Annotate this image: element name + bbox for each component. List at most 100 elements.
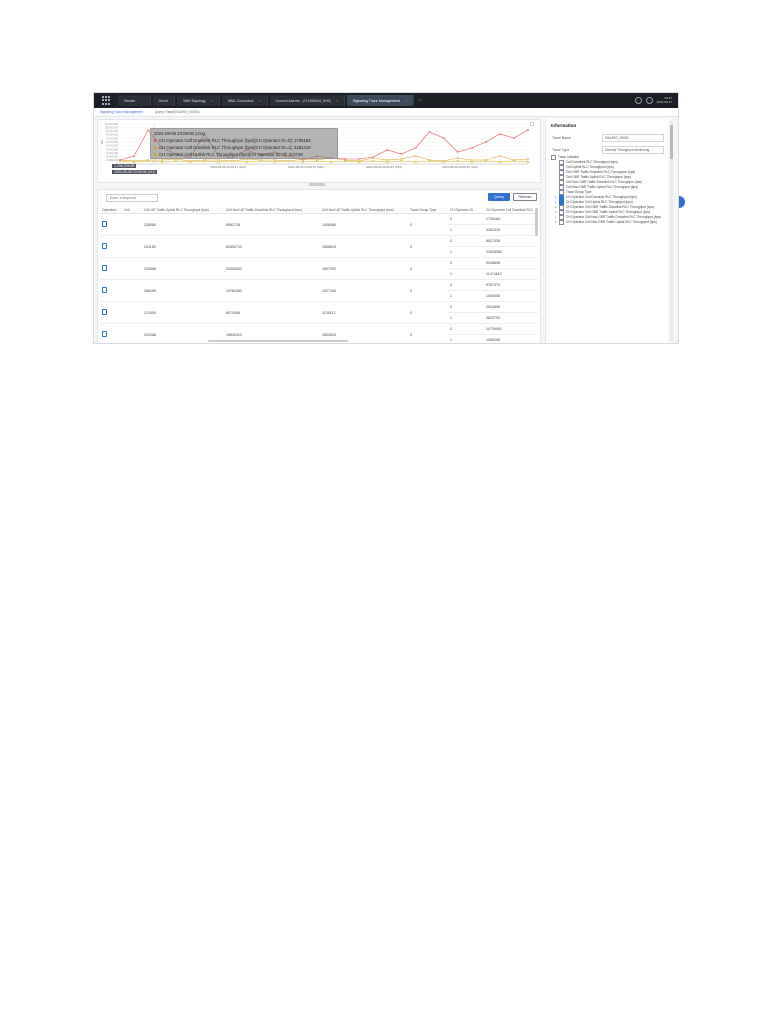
series-point (259, 158, 262, 162)
table-row[interactable]: 212400 8070408 1135112 0 0 2041808 (100, 301, 538, 324)
table-row[interactable]: 226088 20390832 1507000 0 0 9048808 (100, 257, 538, 280)
series-point (442, 159, 445, 163)
crosshair-y-tag: 1,208,204,88 (112, 164, 137, 168)
close-icon[interactable]: × (211, 99, 213, 103)
edit-icon[interactable] (102, 331, 107, 337)
operator-dl-throughput-cell: 4281419 (484, 224, 538, 236)
edit-icon[interactable] (102, 243, 107, 249)
trace-name-label: Trace Name (552, 136, 572, 140)
table-row[interactable]: 231088 19840312 1604515 0 0 14739061 (100, 323, 538, 343)
tree-item[interactable]: ▸ CH Operator Cell Non-GBR Traffic Uplink… (551, 220, 667, 225)
series-point (498, 132, 502, 136)
expand-icon[interactable]: ▸ (555, 220, 558, 225)
series-point (400, 157, 403, 161)
operation-cell (100, 279, 122, 302)
operator-id-cell: 0 (448, 213, 484, 225)
operator-dl-throughput-cell: 1735184 (484, 213, 538, 225)
non-ue-ul-throughput-cell: 1135112 (320, 301, 408, 324)
operator-dl-throughput-cell: 1063408 (484, 290, 538, 302)
series-point (470, 146, 473, 150)
operation-cell (100, 323, 122, 343)
trace-group-type-cell: 0 (408, 235, 448, 258)
app-menu-icon[interactable] (102, 95, 112, 106)
series-point (161, 158, 164, 162)
column-header[interactable]: Trace Group Type (408, 206, 448, 214)
operator-id-cell: 1 (448, 290, 484, 302)
checkbox[interactable] (559, 220, 564, 225)
tab-web-topology[interactable]: Web Topology × (177, 95, 220, 106)
edit-icon[interactable] (102, 287, 107, 293)
checkbox[interactable] (551, 155, 556, 160)
y-tick-label: 100,000,000 (105, 126, 119, 129)
operator-dl-throughput-cell: 8517335 (484, 235, 538, 247)
cell-cell (122, 257, 142, 280)
column-header[interactable]: Cell UE Traffic Uplink RLC Throughput (b… (142, 206, 224, 214)
series-point (358, 159, 361, 163)
y-axis-label: bits (100, 139, 104, 144)
operation-cell (100, 257, 122, 280)
y-tick-label: 20,000,000 (106, 156, 119, 159)
column-header[interactable]: Cell Non UE Traffic Uplink RLC Throughpu… (320, 206, 408, 214)
side-panel-toggle[interactable] (679, 196, 685, 208)
close-icon[interactable]: × (336, 99, 338, 103)
tab-home[interactable]: Home (152, 95, 176, 106)
user-icon[interactable] (645, 97, 653, 104)
edit-icon[interactable] (102, 265, 107, 271)
tab-sender[interactable]: Sender ⌄ (118, 95, 151, 106)
operator-id-cell: 1 (448, 312, 484, 324)
table-row[interactable]: 256160 10781080 1527160 0 0 9787474 (100, 279, 538, 302)
table-vertical-scrollbar[interactable] (535, 208, 538, 236)
tab-current-alarms[interactable]: Current Alarms - (TLH00A44_5H5) × (269, 95, 345, 106)
series-point (231, 159, 234, 163)
y-tick-label: 50,000,000 (106, 145, 119, 148)
y-tick-label: 110,000,000 (105, 123, 119, 126)
crosshair-x-tag: 2024-09-06 23:09:06 (411) (112, 170, 158, 174)
table-horizontal-scrollbar[interactable] (208, 340, 348, 342)
keyword-search-input[interactable] (106, 194, 158, 202)
operator-dl-throughput-cell: 11474612 (484, 268, 538, 280)
trace-name-field[interactable]: 5G&4RO_00004 (602, 134, 664, 142)
non-ue-ul-throughput-cell: 1527160 (320, 279, 408, 302)
query-button[interactable]: Query (488, 193, 510, 201)
y-tick-label: 30,000,000 (106, 152, 119, 155)
info-scrollbar[interactable] (670, 121, 673, 341)
edit-icon[interactable] (102, 309, 107, 315)
column-header[interactable]: CH Operator ID (448, 206, 484, 214)
series-point (189, 159, 192, 163)
edit-icon[interactable] (102, 221, 107, 227)
subtab-signaling-trace[interactable]: Signaling Trace Management (94, 110, 149, 114)
close-icon[interactable]: × (405, 99, 407, 103)
series-point (329, 160, 333, 164)
operator-id-cell: 1 (448, 246, 484, 258)
y-tick-label: 10,000,000 (106, 159, 119, 162)
tab-signaling-trace[interactable]: Signaling Trace Management × (346, 95, 414, 106)
table-row[interactable]: 241152 62692712 1658624 0 0 8517335 (100, 235, 538, 258)
series-point (456, 150, 459, 154)
notification-icon[interactable] (634, 97, 642, 104)
trace-type-field[interactable]: General Throughput Monitoring (602, 146, 664, 154)
series-point (442, 136, 445, 140)
operator-dl-throughput-cell: 2041808 (484, 301, 538, 313)
series-point (132, 159, 136, 163)
operator-id-cell: 0 (448, 235, 484, 247)
series-point (400, 159, 403, 163)
operator-id-cell: 1 (448, 268, 484, 280)
series-point (315, 158, 319, 162)
panel-splitter[interactable] (309, 183, 325, 186)
chevron-down-icon[interactable]: ⌄ (141, 99, 144, 103)
refresh-button[interactable]: Refresh (513, 193, 537, 201)
information-panel: Information Trace Name 5G&4RO_00004 Trac… (545, 119, 668, 343)
column-header[interactable]: Cell (122, 206, 142, 214)
operator-dl-throughput-cell: 24528362 (484, 246, 538, 258)
subtab-query-trace[interactable]: Query Trace(5G&4RO_00004) (149, 110, 206, 114)
series-point (245, 160, 248, 164)
column-header[interactable]: Cell Non UE Traffic Downlink RLC Through… (224, 206, 320, 214)
table-row[interactable]: 226080 8062728 1406480 0 0 1735184 (100, 213, 538, 236)
column-header[interactable]: CH Operator Cell Downlink RLC (484, 206, 538, 214)
uplink-throughput-cell: 241152 (142, 235, 224, 258)
add-tab-icon[interactable]: □ (419, 98, 422, 104)
series-point (526, 157, 530, 161)
close-icon[interactable]: × (258, 99, 260, 103)
column-header[interactable]: Operation (100, 206, 122, 214)
tab-mml-command[interactable]: MML Command × (221, 95, 268, 106)
